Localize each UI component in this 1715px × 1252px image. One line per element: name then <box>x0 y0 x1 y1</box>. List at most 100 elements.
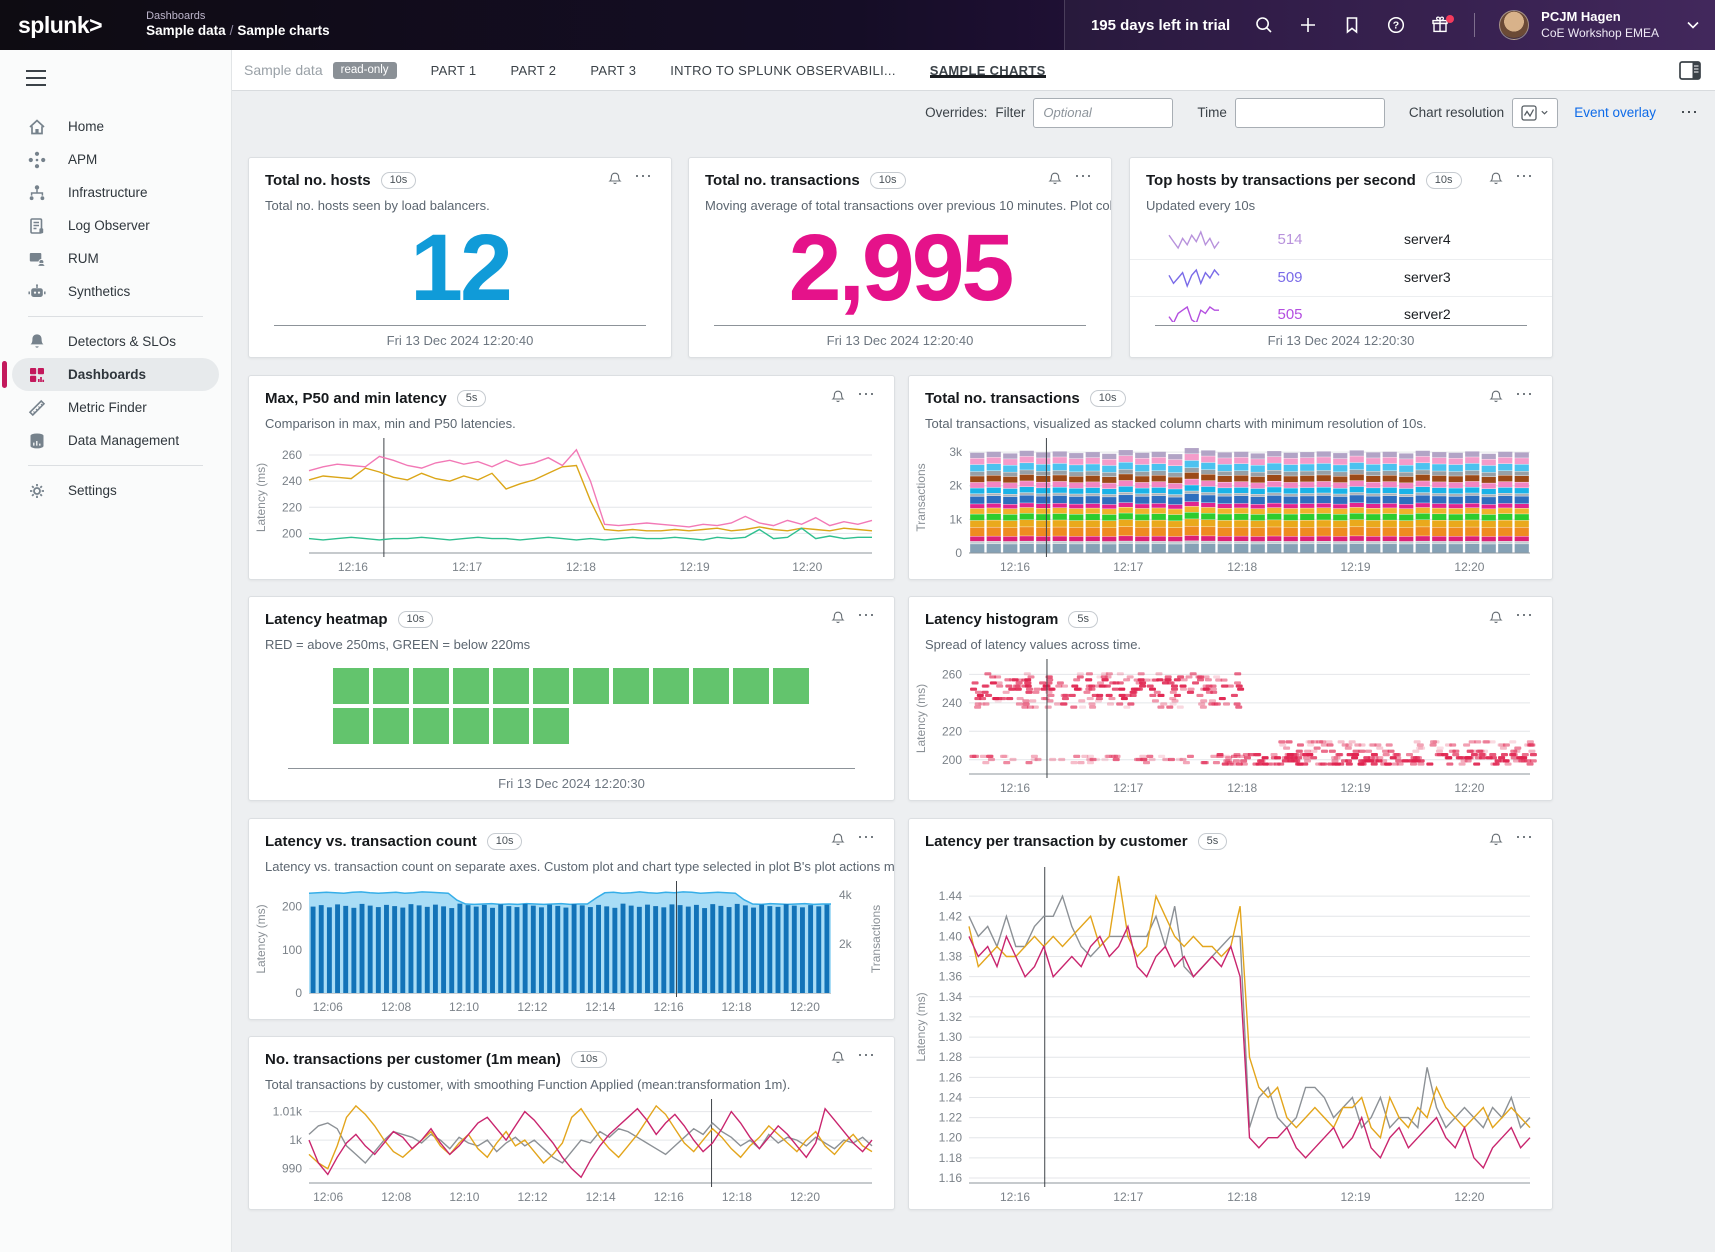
tab-intro-to-splunk-observabili-[interactable]: INTRO TO SPLUNK OBSERVABILI... <box>670 63 896 78</box>
event-overlay-link[interactable]: Event overlay <box>1574 105 1656 120</box>
chart-timestamp: Fri 13 Dec 2024 12:20:40 <box>689 325 1111 348</box>
more-menu-icon[interactable]: ⋯ <box>1074 166 1093 187</box>
sidebar-item-apm[interactable]: APM <box>12 143 219 176</box>
search-icon[interactable] <box>1254 15 1274 35</box>
chart-resolution-dropdown[interactable] <box>1512 98 1558 128</box>
sidebar-item-data-management[interactable]: Data Management <box>12 424 219 457</box>
bell-icon[interactable] <box>830 1050 846 1066</box>
heatmap-cell[interactable] <box>333 668 369 704</box>
bell-icon[interactable] <box>1047 171 1063 187</box>
dashboard-more-menu-icon[interactable]: ⋯ <box>1680 102 1699 123</box>
heatmap-cell[interactable] <box>533 668 569 704</box>
heatmap-cell[interactable] <box>413 668 449 704</box>
more-menu-icon[interactable]: ⋯ <box>857 605 876 626</box>
avatar[interactable] <box>1499 10 1529 40</box>
bell-icon[interactable] <box>1488 171 1504 187</box>
top-host-row[interactable]: 514server4 <box>1130 222 1552 259</box>
tab-part-3[interactable]: PART 3 <box>590 63 636 78</box>
heatmap-cell[interactable] <box>493 708 529 744</box>
svg-text:12:16: 12:16 <box>654 1190 684 1204</box>
svg-text:4k: 4k <box>839 888 853 902</box>
help-icon[interactable]: ? <box>1386 15 1406 35</box>
tab-part-2[interactable]: PART 2 <box>510 63 556 78</box>
card-subtitle: Total transactions, visualized as stacke… <box>909 409 1552 431</box>
heatmap-cell[interactable] <box>453 708 489 744</box>
heatmap-cell[interactable] <box>493 668 529 704</box>
bell-icon[interactable] <box>607 171 623 187</box>
time-input[interactable] <box>1235 98 1385 128</box>
bell-icon[interactable] <box>830 610 846 626</box>
heatmap-cell[interactable] <box>413 708 449 744</box>
tab-sample-charts[interactable]: SAMPLE CHARTS <box>930 63 1046 78</box>
svg-text:12:16: 12:16 <box>1000 1190 1030 1204</box>
breadcrumb-dashboard-group[interactable]: Sample data <box>146 23 226 38</box>
heatmap-cell[interactable] <box>613 668 649 704</box>
whats-new-gift-icon[interactable] <box>1430 15 1450 35</box>
sidebar-item-log-observer[interactable]: Log Observer <box>12 209 219 242</box>
top-host-row[interactable]: 505server2 <box>1130 296 1552 322</box>
bookmark-icon[interactable] <box>1342 15 1362 35</box>
more-menu-icon[interactable]: ⋯ <box>1515 166 1534 187</box>
more-menu-icon[interactable]: ⋯ <box>1515 827 1534 848</box>
heatmap-cell[interactable] <box>533 708 569 744</box>
filter-input[interactable] <box>1033 98 1173 128</box>
sidebar-item-detectors-slos[interactable]: Detectors & SLOs <box>12 325 219 358</box>
tab-part-1[interactable]: PART 1 <box>431 63 477 78</box>
breadcrumb-dashboard[interactable]: Sample charts <box>237 23 329 38</box>
chevron-down-icon[interactable] <box>1683 15 1697 35</box>
splunk-logo[interactable]: splunk> <box>18 12 102 39</box>
histogram-chart[interactable]: 26024022020012:1612:1712:1812:1912:20Lat… <box>913 655 1544 796</box>
single-value: 2,995 <box>689 221 1111 316</box>
hamburger-menu-icon[interactable] <box>26 70 46 86</box>
more-menu-icon[interactable]: ⋯ <box>634 166 653 187</box>
sidebar-item-synthetics[interactable]: Synthetics <box>12 275 219 308</box>
svg-text:Latency (ms): Latency (ms) <box>254 904 268 973</box>
svg-text:1.01k: 1.01k <box>273 1105 303 1119</box>
bell-icon[interactable] <box>1488 610 1504 626</box>
heatmap-cell[interactable] <box>453 668 489 704</box>
heatmap-cell[interactable] <box>373 668 409 704</box>
breadcrumb-section[interactable]: Dashboards <box>146 10 330 24</box>
more-menu-icon[interactable]: ⋯ <box>857 1045 876 1066</box>
line-chart[interactable]: 1.441.421.401.381.361.341.321.301.281.26… <box>913 863 1544 1205</box>
card-title: Latency heatmap <box>265 611 388 628</box>
sidebar-item-label: Data Management <box>68 433 179 448</box>
bell-icon[interactable] <box>830 832 846 848</box>
breadcrumb: Dashboards Sample data/Sample charts <box>146 10 330 41</box>
stacked-bar-chart[interactable]: 3k2k1k012:1612:1712:1812:1912:20Transact… <box>913 434 1544 575</box>
line-chart[interactable]: 26024022020012:1612:1712:1812:1912:20Lat… <box>253 434 886 575</box>
sidebar-item-settings[interactable]: Settings <box>12 474 219 507</box>
heatmap-cell[interactable] <box>733 668 769 704</box>
sidebar-item-dashboards[interactable]: Dashboards <box>12 358 219 391</box>
bell-icon[interactable] <box>830 389 846 405</box>
svg-text:12:12: 12:12 <box>517 1000 547 1014</box>
sidebar-item-metric-finder[interactable]: Metric Finder <box>12 391 219 424</box>
line-chart[interactable]: 1.01k1k99012:0612:0812:1012:1212:1412:16… <box>253 1095 886 1205</box>
svg-text:1.20: 1.20 <box>939 1131 963 1145</box>
more-menu-icon[interactable]: ⋯ <box>857 384 876 405</box>
combo-chart[interactable]: 200100012:0612:0812:1012:1212:1412:1612:… <box>253 877 886 1015</box>
bell-icon[interactable] <box>1488 389 1504 405</box>
heatmap-cell[interactable] <box>373 708 409 744</box>
heatmap-cell[interactable] <box>693 668 729 704</box>
create-icon[interactable] <box>1298 15 1318 35</box>
heatmap-cell[interactable] <box>333 708 369 744</box>
heatmap-grid[interactable] <box>333 668 809 748</box>
sidebar-item-home[interactable]: Home <box>12 110 219 143</box>
user-info[interactable]: PCJM Hagen CoE Workshop EMEA <box>1541 9 1659 41</box>
card-stacked-transactions: Total no. transactions10s ⋯ Total transa… <box>908 375 1553 580</box>
heatmap-cell[interactable] <box>653 668 689 704</box>
bell-icon[interactable] <box>1488 832 1504 848</box>
more-menu-icon[interactable]: ⋯ <box>1515 605 1534 626</box>
more-menu-icon[interactable]: ⋯ <box>1515 384 1534 405</box>
card-latency-heatmap: Latency heatmap10s ⋯ RED = above 250ms, … <box>248 596 895 801</box>
sidebar-item-rum[interactable]: RUM <box>12 242 219 275</box>
heatmap-cell[interactable] <box>573 668 609 704</box>
info-panel-toggle-icon[interactable] <box>1679 61 1701 80</box>
sidebar-item-label: Metric Finder <box>68 400 147 415</box>
more-menu-icon[interactable]: ⋯ <box>857 827 876 848</box>
sidebar-item-infrastructure[interactable]: Infrastructure <box>12 176 219 209</box>
top-host-row[interactable]: 509server3 <box>1130 259 1552 296</box>
heatmap-cell[interactable] <box>773 668 809 704</box>
svg-text:12:10: 12:10 <box>449 1000 479 1014</box>
